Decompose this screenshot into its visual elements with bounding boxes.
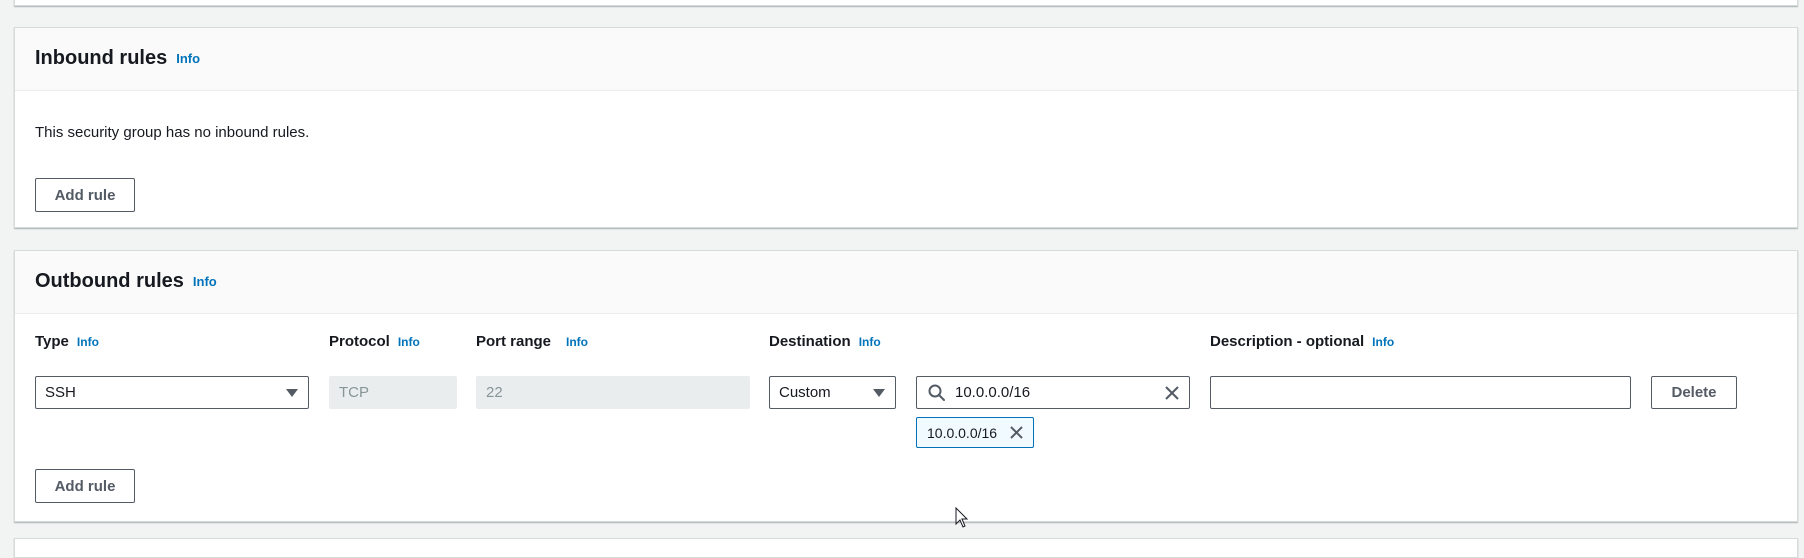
protocol-value: TCP (339, 384, 369, 401)
search-icon (927, 383, 947, 403)
destination-info-link[interactable]: Info (859, 335, 881, 349)
port-range-info-link[interactable]: Info (566, 335, 588, 349)
outbound-rules-header: Outbound rules Info (15, 251, 1797, 314)
type-select-value: SSH (45, 384, 76, 401)
chevron-down-icon (873, 389, 885, 397)
outbound-add-rule-button[interactable]: Add rule (35, 469, 135, 503)
chevron-down-icon (286, 389, 298, 397)
column-label-type-text: Type (35, 333, 69, 350)
type-info-link[interactable]: Info (77, 335, 99, 349)
token-dismiss-icon[interactable] (1008, 424, 1025, 441)
column-label-type: Type Info (35, 333, 99, 350)
mouse-cursor-icon (955, 506, 969, 529)
protocol-info-link[interactable]: Info (398, 335, 420, 349)
inbound-rules-header: Inbound rules Info (15, 28, 1797, 91)
previous-panel-bottom (14, 0, 1798, 6)
destination-token-label: 10.0.0.0/16 (927, 424, 998, 441)
column-label-destination-text: Destination (769, 333, 851, 350)
protocol-field: TCP (329, 376, 457, 409)
destination-token: 10.0.0.0/16 (916, 417, 1034, 448)
description-input[interactable] (1210, 376, 1631, 409)
inbound-empty-message: This security group has no inbound rules… (35, 124, 310, 141)
destination-mode-value: Custom (779, 384, 831, 401)
inbound-rules-panel: Inbound rules Info This security group ha… (14, 27, 1798, 228)
port-range-field: 22 (476, 376, 750, 409)
description-info-link[interactable]: Info (1372, 335, 1394, 349)
destination-search-value: 10.0.0.0/16 (955, 384, 1031, 401)
delete-rule-button[interactable]: Delete (1651, 376, 1737, 409)
destination-search-input[interactable]: 10.0.0.0/16 (916, 376, 1190, 409)
column-label-protocol: Protocol Info (329, 333, 420, 350)
column-label-description: Description - optional Info (1210, 333, 1394, 350)
column-label-port-range: Port range Info (476, 333, 588, 350)
inbound-rules-title: Inbound rules Info (35, 47, 200, 70)
inbound-rules-title-text: Inbound rules (35, 47, 168, 69)
column-label-destination: Destination Info (769, 333, 881, 350)
outbound-rules-title-text: Outbound rules (35, 270, 184, 292)
port-range-value: 22 (486, 384, 503, 401)
outbound-rules-info-link[interactable]: Info (193, 274, 217, 289)
type-select[interactable]: SSH (35, 376, 309, 409)
column-label-description-text: Description - optional (1210, 333, 1365, 350)
clear-icon[interactable] (1163, 384, 1181, 402)
destination-mode-select[interactable]: Custom (769, 376, 896, 409)
outbound-rules-title: Outbound rules Info (35, 270, 217, 293)
inbound-rules-info-link[interactable]: Info (176, 51, 200, 66)
column-label-port-range-text: Port range (476, 333, 552, 350)
column-label-protocol-text: Protocol (329, 333, 390, 350)
next-panel-top (14, 538, 1798, 558)
inbound-add-rule-button[interactable]: Add rule (35, 178, 135, 212)
